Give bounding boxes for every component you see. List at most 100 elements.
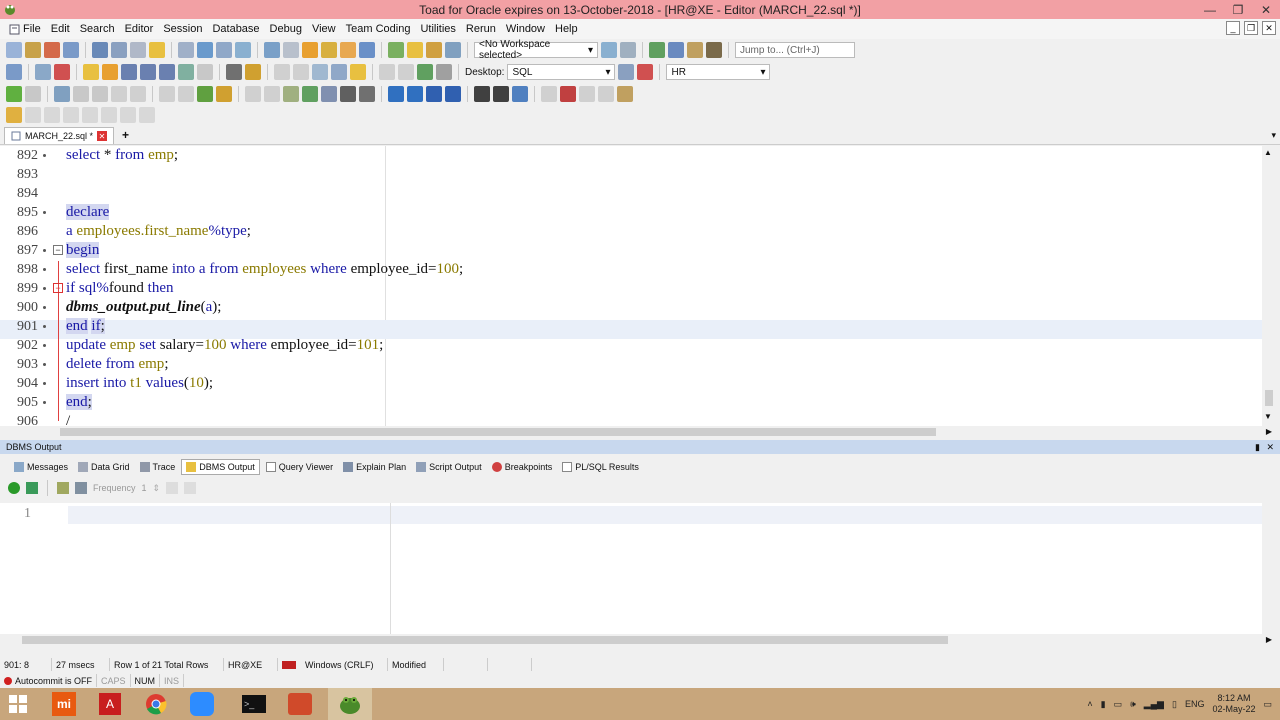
tune-icon[interactable] [216,86,232,102]
battery-icon[interactable]: ▭ [1114,699,1123,710]
scroll-down-icon[interactable]: ▼ [1264,412,1272,421]
enable-output-icon[interactable] [8,482,20,494]
outdent-block-icon[interactable] [474,86,490,102]
check-icon[interactable] [388,42,404,58]
tab-march-22-sql[interactable]: MARCH_22.sql * ✕ [4,127,115,144]
tab-messages[interactable]: Messages [10,459,72,475]
frequency-value[interactable]: 1 [142,483,147,493]
refresh-output-icon[interactable] [26,482,38,494]
spinner-icon[interactable]: ⇕ [153,483,161,494]
mdi-restore-icon[interactable]: ❐ [1244,21,1258,35]
key-icon[interactable] [426,42,442,58]
powerpoint-icon[interactable] [282,688,318,720]
tool-icon[interactable] [44,42,60,58]
fold-collapse-icon[interactable]: − [53,283,63,293]
paste-icon[interactable] [312,64,328,80]
tray-expand-icon[interactable]: ˄ [1087,699,1092,709]
explain-icon[interactable] [197,86,213,102]
compare-icon[interactable] [264,42,280,58]
tab-list-chevron-icon[interactable]: ▾ [1271,130,1276,141]
menu-view[interactable]: View [307,23,341,35]
code-snippet-icon[interactable] [512,86,528,102]
chrome-icon[interactable] [138,688,174,720]
scroll-thumb[interactable] [22,636,948,644]
browser-icon[interactable] [111,42,127,58]
poll-settings-icon[interactable] [75,482,87,494]
run-icon[interactable] [302,42,318,58]
close-window-icon[interactable] [54,64,70,80]
hand-icon[interactable] [245,64,261,80]
scroll-thumb[interactable] [60,428,936,436]
table-icon[interactable] [130,42,146,58]
bookmark-icon[interactable] [560,86,576,102]
session-icon[interactable] [235,42,251,58]
save-workspace-icon[interactable] [620,42,636,58]
uppercase-icon[interactable] [426,86,442,102]
menu-window[interactable]: Window [501,23,550,35]
tab-query-viewer[interactable]: Query Viewer [262,459,337,475]
lock-icon[interactable] [340,42,356,58]
network-icon[interactable]: ▂▄▆ [1144,699,1164,710]
terminal-icon[interactable]: >_ [236,688,272,720]
tab-dbms-output[interactable]: DBMS Output [181,459,260,475]
bell-icon[interactable] [407,42,423,58]
comment-icon[interactable] [321,86,337,102]
folder-icon[interactable] [83,64,99,80]
menu-help[interactable]: Help [550,23,583,35]
save-icon[interactable] [121,64,137,80]
package-icon[interactable] [102,64,118,80]
menu-debug[interactable]: Debug [265,23,307,35]
binoculars-icon[interactable] [340,86,356,102]
wrench-icon[interactable] [617,86,633,102]
tab-script-output[interactable]: Script Output [412,459,486,475]
status-autocommit[interactable]: Autocommit is OFF [0,674,98,687]
workspace-icon[interactable] [601,42,617,58]
mdi-minimize-icon[interactable]: _ [1226,21,1240,35]
new-icon[interactable] [6,42,22,58]
minimize-icon[interactable]: — [1196,0,1224,19]
options-icon[interactable] [436,64,452,80]
notification-icon[interactable]: ▯ [1172,699,1177,710]
user-icon[interactable] [321,42,337,58]
verify-icon[interactable] [302,86,318,102]
mi-app-icon[interactable]: mi [46,688,82,720]
menu-session[interactable]: Session [158,23,207,35]
menu-team-coding[interactable]: Team Coding [341,23,416,35]
highlight-icon[interactable] [350,64,366,80]
editor-horizontal-scrollbar[interactable]: ▶ [0,426,1276,438]
menu-search[interactable]: Search [75,23,120,35]
scroll-right-icon[interactable]: ▶ [1266,635,1272,644]
acrobat-icon[interactable]: A [92,688,128,720]
tab-data-grid[interactable]: Data Grid [74,459,134,475]
print-preview-icon[interactable] [178,64,194,80]
tab-trace[interactable]: Trace [136,459,180,475]
save-all-icon[interactable] [159,64,175,80]
redo-icon[interactable] [407,86,423,102]
menu-edit[interactable]: Edit [46,23,75,35]
tab-breakpoints[interactable]: Breakpoints [488,459,557,475]
mdi-close-icon[interactable]: ✕ [1262,21,1276,35]
scroll-right-icon[interactable]: ▶ [1266,427,1272,436]
save-as-icon[interactable] [140,64,156,80]
workspace-select[interactable]: <No Workspace selected> ▾ [474,39,598,61]
window-icon[interactable] [35,64,51,80]
language-indicator[interactable]: ENG [1185,699,1205,709]
report-icon[interactable] [178,42,194,58]
dbms-output-area[interactable]: 1 [0,503,1262,634]
desktop-select[interactable]: SQL ▾ [507,64,616,80]
diagram-icon[interactable] [216,42,232,58]
monitor-icon[interactable] [445,42,461,58]
menu-rerun[interactable]: Rerun [461,23,501,35]
add-tab-button[interactable]: + [122,128,129,144]
menu-utilities[interactable]: Utilities [415,23,460,35]
scroll-up-icon[interactable]: ▲ [1264,148,1272,157]
open-icon[interactable] [25,42,41,58]
editor-vertical-scrollbar[interactable]: ▲ ▼ [1262,146,1276,426]
layout-icon[interactable] [618,64,635,80]
close-icon[interactable]: ✕ [1252,0,1280,19]
replace-icon[interactable] [359,86,375,102]
jump-to-input[interactable]: Jump to... (Ctrl+J) [735,42,855,58]
lightning-icon[interactable] [149,42,165,58]
pin-icon[interactable]: ▮ [1255,442,1260,453]
refresh-icon[interactable] [649,42,665,58]
